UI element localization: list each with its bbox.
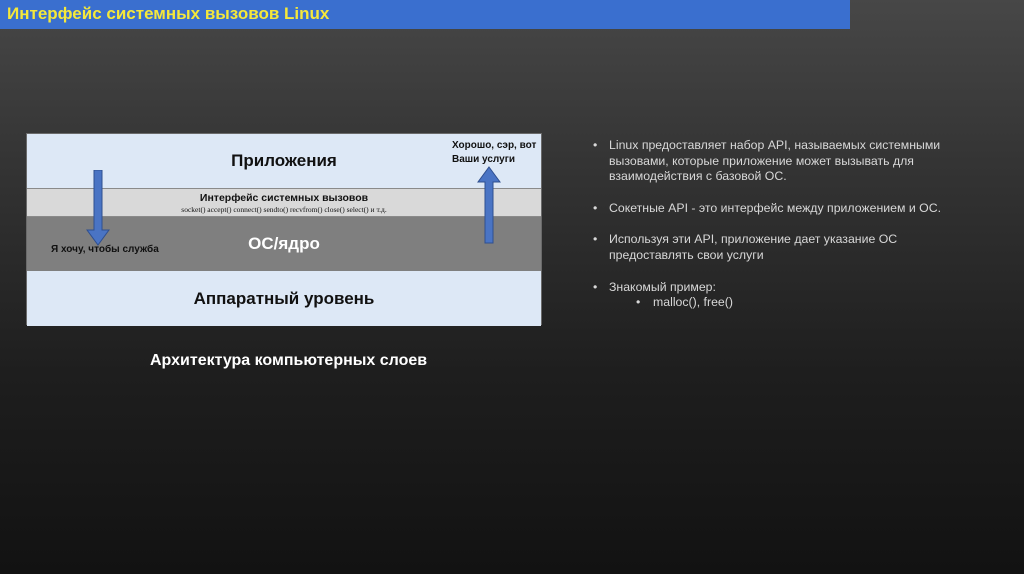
- sub-bullet-item: • malloc(), free(): [609, 295, 953, 311]
- hardware-label: Аппаратный уровень: [193, 289, 375, 308]
- sub-bullet-dot: •: [636, 295, 641, 310]
- slide-title-bar: Интерфейс системных вызовов Linux: [0, 0, 850, 29]
- hardware-layer: Аппаратный уровень: [27, 271, 541, 326]
- bullet-text: Linux предоставляет набор API, называемы…: [609, 138, 941, 184]
- request-note: Я хочу, чтобы служба: [51, 244, 159, 255]
- bullet-text: Используя эти API, приложение дает указа…: [609, 232, 898, 262]
- bullet-list: • Linux предоставляет набор API, называе…: [593, 138, 953, 327]
- slide-title: Интерфейс системных вызовов Linux: [7, 4, 330, 23]
- down-arrow-icon: [86, 170, 110, 246]
- bullet-text: Сокетные API - это интерфейс между прило…: [609, 200, 941, 215]
- bullet-dot: •: [593, 232, 598, 247]
- bullet-item: • Знакомый пример: • malloc(), free(): [593, 280, 953, 311]
- response-note-line1: Хорошо, сэр, вот: [452, 140, 537, 151]
- bullet-text: Знакомый пример:: [609, 279, 716, 294]
- response-note: Хорошо, сэр, вот Ваши услуги: [452, 139, 536, 167]
- bullet-item: • Linux предоставляет набор API, называе…: [593, 138, 953, 185]
- up-arrow-icon: [477, 166, 501, 244]
- response-note-line2: Ваши услуги: [452, 154, 516, 165]
- bullet-item: • Сокетные API - это интерфейс между при…: [593, 201, 953, 217]
- bullet-dot: •: [593, 200, 598, 215]
- sub-bullet-list: • malloc(), free(): [609, 295, 953, 311]
- layer-diagram: Приложения Интерфейс системных вызовов s…: [26, 133, 542, 326]
- bullet-item: • Используя эти API, приложение дает ука…: [593, 232, 953, 263]
- bullet-dot: •: [593, 279, 598, 294]
- diagram-caption: Архитектура компьютерных слоев: [150, 352, 428, 369]
- bullet-dot: •: [593, 138, 598, 152]
- sub-bullet-text: malloc(), free(): [653, 295, 733, 310]
